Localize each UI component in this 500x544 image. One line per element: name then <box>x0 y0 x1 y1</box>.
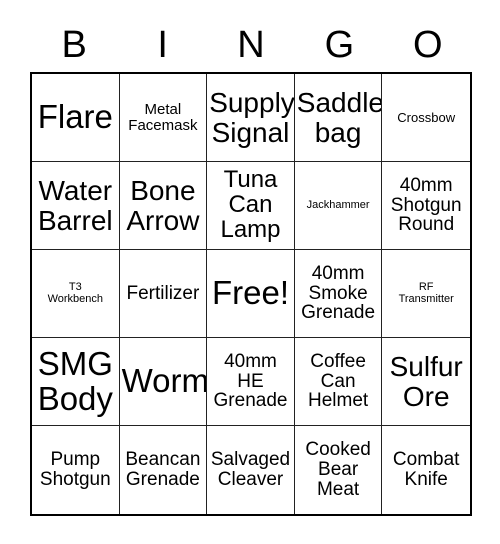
bingo-cell-label: Water Barrel <box>37 175 113 236</box>
bingo-cell-r5c4[interactable]: Cooked Bear Meat <box>294 426 383 514</box>
bingo-cell-r4c4[interactable]: Coffee Can Helmet <box>294 338 383 426</box>
bingo-cell-label: Cooked Bear Meat <box>305 439 371 500</box>
bingo-cell-r2c4[interactable]: Jackhammer <box>294 162 383 250</box>
bingo-cell-label: Pump Shotgun <box>39 449 111 490</box>
bingo-cell-free-space[interactable]: Free! <box>207 250 295 338</box>
bingo-cell-label: Flare <box>37 98 113 136</box>
bingo-cell-r4c3[interactable]: 40mm HE Grenade <box>207 338 295 426</box>
bingo-cell-r2c3[interactable]: Tuna Can Lamp <box>207 162 295 250</box>
bingo-cell-r1c2[interactable]: Metal Facemask <box>119 74 208 162</box>
bingo-cell-label: Combat Knife <box>392 449 460 490</box>
bingo-cell-label: Salvaged Cleaver <box>210 449 291 490</box>
bingo-cell-r5c3[interactable]: Salvaged Cleaver <box>207 426 295 514</box>
bingo-cell-label: Coffee Can Helmet <box>308 350 369 412</box>
bingo-cell-r2c2[interactable]: Bone Arrow <box>119 162 208 250</box>
bingo-cell-r3c4[interactable]: 40mm Smoke Grenade <box>294 250 383 338</box>
bingo-header-letter-n: N <box>237 24 265 66</box>
bingo-cell-label: 40mm HE Grenade <box>213 350 288 412</box>
bingo-cell-label: Fertilizer <box>126 282 200 304</box>
bingo-header-letter-g: G <box>324 24 355 66</box>
bingo-header-letter-i: I <box>157 24 168 66</box>
bingo-cell-label: Beancan Grenade <box>125 449 201 490</box>
bingo-cell-label: Jackhammer <box>306 198 370 211</box>
bingo-cell-r1c4[interactable]: Saddle bag <box>294 74 383 162</box>
bingo-cell-r2c1[interactable]: Water Barrel <box>32 162 120 250</box>
bingo-cell-label: Tuna Can Lamp <box>220 166 281 243</box>
bingo-cell-r1c3[interactable]: Supply Signal <box>207 74 295 162</box>
bingo-header-letter-b: B <box>61 24 87 66</box>
bingo-cell-r5c2[interactable]: Beancan Grenade <box>119 426 208 514</box>
bingo-cell-label: Supply Signal <box>209 87 295 148</box>
bingo-cell-r3c2[interactable]: Fertilizer <box>119 250 208 338</box>
bingo-cell-r4c5[interactable]: Sulfur Ore <box>382 338 470 426</box>
bingo-cell-label: Metal Facemask <box>128 100 198 134</box>
bingo-cell-r2c5[interactable]: 40mm Shotgun Round <box>382 162 470 250</box>
bingo-cell-r4c1[interactable]: SMG Body <box>32 338 120 426</box>
bingo-cell-label: Sulfur Ore <box>389 351 463 412</box>
bingo-cell-r4c2[interactable]: Worm <box>119 338 208 426</box>
bingo-cell-label: 40mm Shotgun Round <box>390 174 462 236</box>
bingo-header: B I N G O <box>30 18 472 72</box>
bingo-cell-r1c5[interactable]: Crossbow <box>382 74 470 162</box>
bingo-cell-label: 40mm Smoke Grenade <box>301 262 376 324</box>
bingo-cell-label: Saddle bag <box>296 87 383 148</box>
bingo-cell-r3c1[interactable]: T3 Workbench <box>32 250 120 338</box>
bingo-cell-label: RF Transmitter <box>398 281 454 305</box>
bingo-cell-label: Worm <box>121 362 208 400</box>
bingo-header-letter-o: O <box>413 24 443 66</box>
bingo-cell-r3c5[interactable]: RF Transmitter <box>382 250 470 338</box>
bingo-card: B I N G O Flare Metal Facemask Supply Si… <box>0 0 500 544</box>
bingo-cell-r1c1[interactable]: Flare <box>32 74 120 162</box>
bingo-grid: Flare Metal Facemask Supply Signal Saddl… <box>30 72 472 516</box>
bingo-cell-label: SMG Body <box>37 345 113 417</box>
bingo-cell-r5c5[interactable]: Combat Knife <box>382 426 470 514</box>
bingo-cell-r5c1[interactable]: Pump Shotgun <box>32 426 120 514</box>
bingo-cell-label: T3 Workbench <box>47 281 104 305</box>
bingo-cell-label: Free! <box>211 274 289 312</box>
bingo-cell-label: Bone Arrow <box>126 175 200 236</box>
bingo-cell-label: Crossbow <box>397 109 456 125</box>
